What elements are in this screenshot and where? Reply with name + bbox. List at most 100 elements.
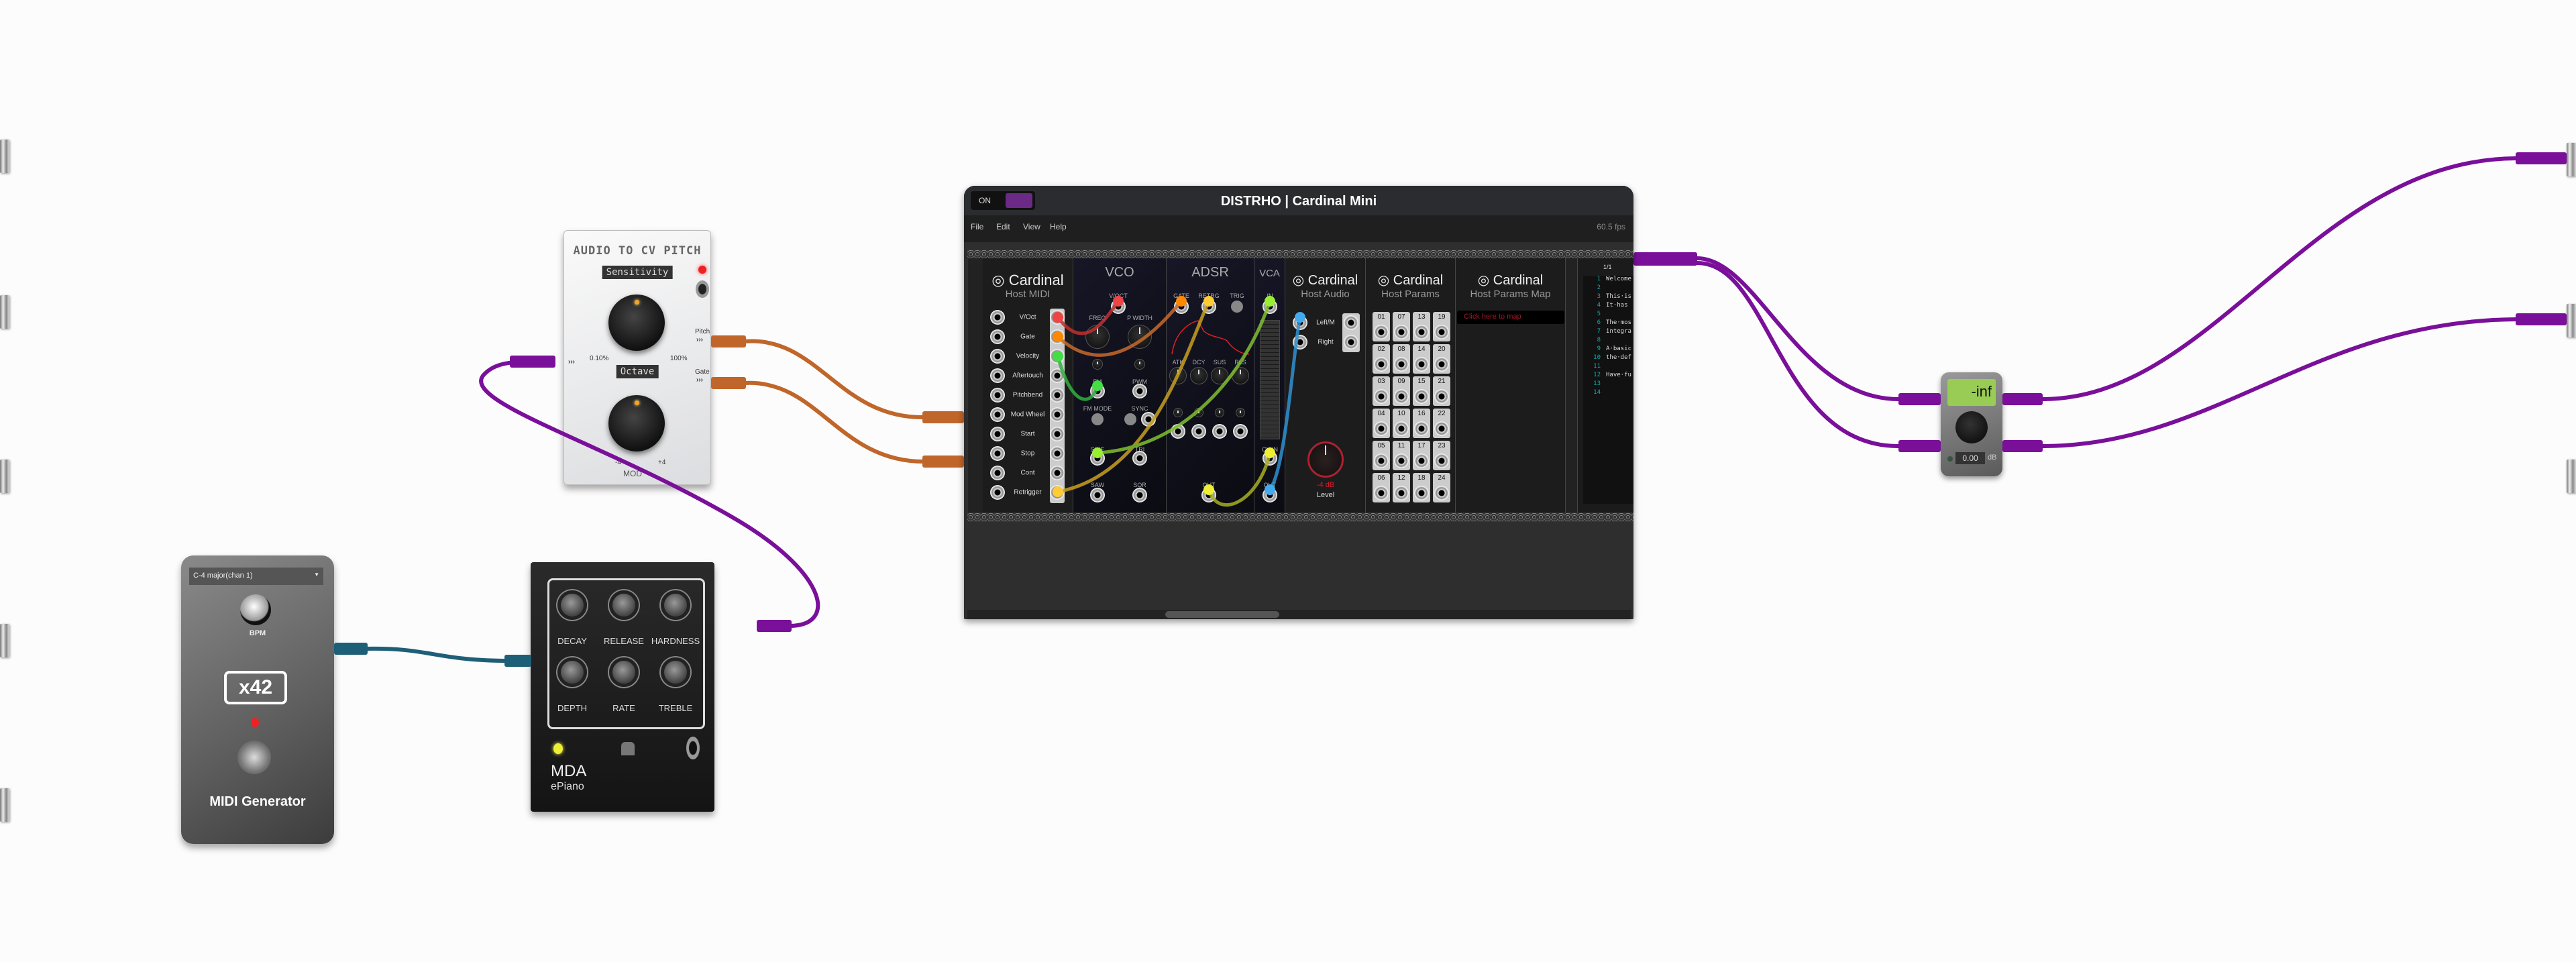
menu-view[interactable]: View (1023, 222, 1040, 231)
param-output[interactable]: 16 (1413, 409, 1430, 438)
param-jack[interactable] (1434, 389, 1449, 404)
param-output[interactable]: 18 (1413, 473, 1430, 502)
param-output[interactable]: 09 (1393, 376, 1410, 406)
param-jack[interactable] (1414, 357, 1429, 372)
hardness-knob[interactable] (661, 590, 690, 620)
retrg-input-jack[interactable] (1201, 299, 1216, 314)
param-output[interactable]: 01 (1373, 312, 1390, 341)
attack-cv-knob[interactable] (1173, 408, 1183, 417)
midi-output-jack[interactable] (1050, 466, 1065, 480)
system-midi-out-jack[interactable] (2567, 460, 2576, 493)
system-capture-jack-2[interactable] (0, 295, 9, 329)
param-jack[interactable] (1434, 486, 1449, 500)
param-output[interactable]: 02 (1373, 344, 1390, 374)
param-jack[interactable] (1374, 325, 1389, 339)
treble-knob[interactable] (661, 657, 690, 687)
param-output[interactable]: 12 (1393, 473, 1410, 502)
param-jack[interactable] (1434, 325, 1449, 339)
midi-output-jack[interactable] (1050, 349, 1065, 364)
adsr-module[interactable]: ADSR GATE RETRG TRIG ATK DCY SUS RLS OUT (1167, 258, 1254, 513)
fm-input-jack[interactable] (1090, 384, 1105, 398)
level-knob[interactable] (1307, 441, 1344, 478)
gain-pedal[interactable]: -inf 0.00 dB (1941, 372, 2002, 476)
sine-output-jack[interactable] (1090, 451, 1105, 466)
param-jack[interactable] (1434, 357, 1449, 372)
param-output[interactable]: 21 (1433, 376, 1450, 406)
param-output[interactable]: 15 (1413, 376, 1430, 406)
depth-knob[interactable] (557, 657, 587, 687)
attack-cv-jack[interactable] (1171, 424, 1185, 439)
param-output[interactable]: 14 (1413, 344, 1430, 374)
gate-input-jack[interactable] (1174, 299, 1189, 314)
fm-attenuator-knob[interactable] (1092, 359, 1103, 370)
menu-file[interactable]: File (971, 222, 983, 231)
param-output[interactable]: 03 (1373, 376, 1390, 406)
system-midi-in-jack-2[interactable] (0, 624, 9, 657)
midi-input-jack[interactable] (990, 329, 1005, 344)
sync-button[interactable] (1124, 413, 1136, 425)
pwm-input-jack[interactable] (1132, 384, 1147, 398)
release-cv-jack[interactable] (1233, 424, 1248, 439)
bypass-toggle[interactable] (686, 737, 700, 759)
param-jack[interactable] (1414, 325, 1429, 339)
pwm-attenuator-knob[interactable] (1134, 359, 1145, 370)
midi-generator-pedal[interactable]: C-4 major(chan 1) ▼ BPM x42 MIDI Generato… (181, 555, 334, 844)
param-output[interactable]: 05 (1373, 441, 1390, 470)
param-jack[interactable] (1394, 389, 1409, 404)
voct-input-jack[interactable] (1111, 299, 1126, 314)
param-jack[interactable] (1414, 486, 1429, 500)
system-midi-in-jack-1[interactable] (0, 460, 9, 493)
left-input-jack[interactable] (1293, 315, 1307, 330)
midi-output-jack[interactable] (1050, 427, 1065, 441)
sustain-cv-knob[interactable] (1215, 408, 1224, 417)
param-jack[interactable] (1434, 453, 1449, 468)
param-jack[interactable] (1374, 389, 1389, 404)
param-output[interactable]: 07 (1393, 312, 1410, 341)
param-jack[interactable] (1374, 357, 1389, 372)
decay-cv-jack[interactable] (1191, 424, 1206, 439)
param-output[interactable]: 19 (1433, 312, 1450, 341)
decay-knob[interactable] (557, 590, 587, 620)
pwidth-knob[interactable] (1128, 325, 1152, 349)
decay-cv-knob[interactable] (1194, 408, 1203, 417)
release-knob[interactable] (1232, 367, 1249, 384)
system-cv-in-jack[interactable] (0, 788, 9, 822)
gain-knob[interactable] (1955, 411, 1988, 443)
menu-edit[interactable]: Edit (996, 222, 1010, 231)
midi-output-jack[interactable] (1050, 329, 1065, 344)
midi-input-jack[interactable] (990, 485, 1005, 500)
host-audio-module[interactable]: ◎ Cardinal Host Audio Left/M Right -4 dB… (1285, 258, 1366, 513)
gain-value[interactable]: 0.00 (1955, 452, 1985, 464)
host-midi-module[interactable]: ◎ Cardinal Host MIDI V/Oct Gate Velocity Af… (983, 258, 1073, 513)
midi-input-jack[interactable] (990, 368, 1005, 383)
right-output-jack[interactable] (1344, 335, 1358, 350)
audio-to-cv-pitch-pedal[interactable]: AUDIO TO CV PITCH Sensitivity 0.10% 100%… (564, 230, 711, 485)
midi-output-jack[interactable] (1050, 407, 1065, 422)
saw-output-jack[interactable] (1090, 488, 1105, 502)
release-cv-knob[interactable] (1236, 408, 1245, 417)
param-jack[interactable] (1394, 486, 1409, 500)
sustain-cv-jack[interactable] (1212, 424, 1227, 439)
param-output[interactable]: 11 (1393, 441, 1410, 470)
param-jack[interactable] (1394, 421, 1409, 436)
mda-epiano-pedal[interactable]: DECAY RELEASE HARDNESS DEPTH RATE TREBLE… (531, 562, 714, 812)
param-jack[interactable] (1394, 453, 1409, 468)
sensitivity-knob[interactable] (608, 295, 665, 351)
notes-editor[interactable]: 1 Welcome 2 3 This·is 4 It·has 5 6 The·mos 7 integr… (1583, 276, 1633, 504)
param-jack[interactable] (1374, 453, 1389, 468)
midi-input-jack[interactable] (990, 466, 1005, 480)
bpm-knob[interactable] (240, 594, 271, 625)
param-jack[interactable] (1394, 357, 1409, 372)
system-capture-jack-1[interactable] (0, 140, 9, 173)
param-output[interactable]: 04 (1373, 409, 1390, 438)
menu-help[interactable]: Help (1050, 222, 1067, 231)
system-playback-jack-2[interactable] (2567, 304, 2576, 337)
midi-output-jack[interactable] (1050, 446, 1065, 461)
sustain-knob[interactable] (1211, 367, 1228, 384)
octave-knob[interactable] (608, 395, 665, 451)
bypass-toggle[interactable] (696, 280, 709, 298)
param-jack[interactable] (1394, 325, 1409, 339)
param-jack[interactable] (1434, 421, 1449, 436)
midi-input-jack[interactable] (990, 310, 1005, 325)
midi-input-jack[interactable] (990, 407, 1005, 422)
